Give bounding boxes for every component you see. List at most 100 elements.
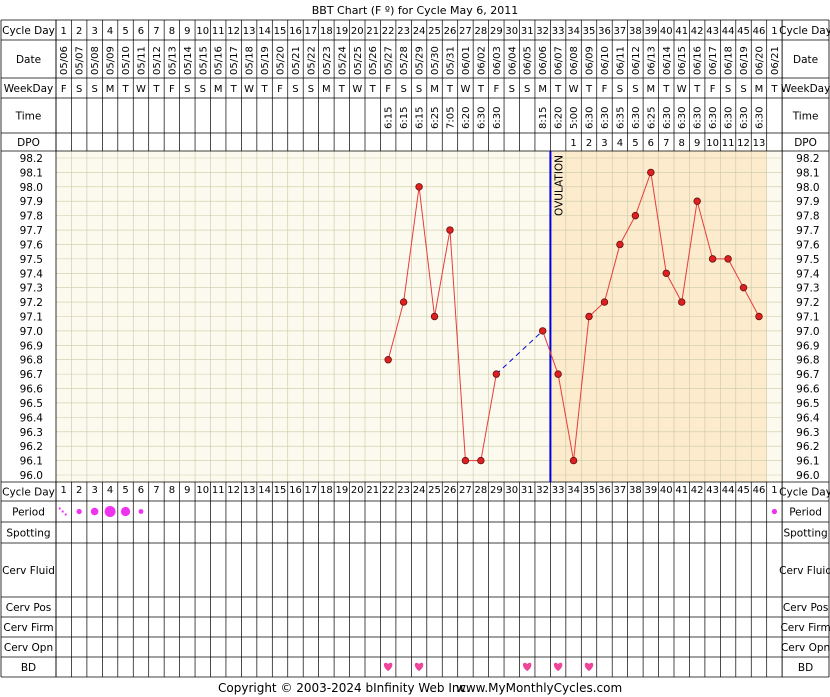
cycle-day-label-bottom: 36 <box>598 485 611 496</box>
cycle-day-label: 14 <box>258 26 271 37</box>
y-tick-label-right: 96.2 <box>796 441 819 453</box>
temperature-point <box>461 456 470 465</box>
y-tick-label: 96.7 <box>20 369 43 381</box>
cycle-day-label-bottom: 30 <box>505 485 518 496</box>
weekday-label: F <box>385 84 391 95</box>
bbt-chart: BBT Chart (F º) for Cycle May 6, 2011 Cy… <box>0 0 830 697</box>
temperature-point <box>399 298 408 306</box>
cycle-day-label: 41 <box>675 26 688 37</box>
date-label: 05/09 <box>106 46 117 75</box>
y-tick-label: 98.2 <box>20 153 43 165</box>
cycle-day-label: 17 <box>305 26 318 37</box>
row-label-cycle-day: Cycle Day <box>2 487 55 499</box>
cycle-day-label-bottom: 13 <box>243 485 256 496</box>
cycle-day-label: 7 <box>153 26 159 37</box>
date-label: 06/20 <box>754 46 765 75</box>
y-tick-label-right: 97.2 <box>796 297 819 309</box>
y-tick-label: 96.4 <box>20 412 44 424</box>
temperature-point <box>631 211 640 220</box>
weekday-label: M <box>214 84 223 95</box>
cycle-day-label-bottom: 44 <box>722 485 735 496</box>
temperature-point <box>708 255 717 263</box>
cycle-day-label: 26 <box>444 26 457 37</box>
weekday-label: W <box>677 84 687 95</box>
period-marker <box>90 507 99 516</box>
cycle-day-label-bottom: 25 <box>428 485 441 496</box>
date-label: 05/24 <box>337 46 348 75</box>
date-label: 06/10 <box>600 46 611 75</box>
row-label-cerv-firm: Cerv Firm <box>3 622 53 634</box>
cycle-day-label-bottom: 20 <box>351 485 364 496</box>
weekday-label: T <box>121 84 129 95</box>
temperature-point <box>430 312 439 321</box>
cycle-day-label: 40 <box>660 26 673 37</box>
date-label: 05/13 <box>167 46 178 75</box>
row-label-right-date: Date <box>793 54 818 66</box>
date-label: 05/21 <box>291 46 302 75</box>
date-label: 06/03 <box>492 46 503 75</box>
y-tick-label: 97.4 <box>20 268 44 280</box>
cycle-day-label: 38 <box>629 26 642 37</box>
cycle-day-label: 9 <box>184 26 190 37</box>
y-tick-label-right: 96.5 <box>796 398 819 410</box>
cycle-day-label: 15 <box>274 26 287 37</box>
row-label-right-period: Period <box>789 507 822 519</box>
time-label: 6:30 <box>600 107 611 129</box>
y-tick-label-right: 96.8 <box>796 355 819 367</box>
y-tick-label: 96.1 <box>20 456 43 468</box>
dpo-label: 6 <box>648 138 654 149</box>
cycle-day-label-bottom: 43 <box>706 485 719 496</box>
temperature-point <box>538 327 547 335</box>
time-label: 6:30 <box>677 107 688 129</box>
cycle-day-label-bottom: 14 <box>258 485 271 496</box>
y-tick-label-right: 96.9 <box>796 340 819 352</box>
weekday-label: T <box>338 84 346 95</box>
y-tick-label: 97.7 <box>20 225 43 237</box>
cycle-day-label: 3 <box>91 26 97 37</box>
date-label: 06/16 <box>693 46 704 75</box>
weekday-label: T <box>477 84 485 95</box>
temperature-point <box>693 197 701 205</box>
time-label: 6:15 <box>384 107 395 129</box>
weekday-label: S <box>617 84 623 95</box>
cycle-day-label-bottom: 40 <box>660 485 673 496</box>
footer-copyright: Copyright © 2003-2024 bInfinity Web Inc. <box>218 681 470 695</box>
date-label: 05/31 <box>445 46 456 75</box>
cycle-day-label-bottom: 1 <box>61 485 67 496</box>
time-label: 6:30 <box>739 107 750 129</box>
y-tick-label: 96.2 <box>20 441 43 453</box>
row-label-cycle-day: Cycle Day <box>2 25 55 37</box>
weekday-label: S <box>400 84 406 95</box>
cycle-day-label: 42 <box>691 26 704 37</box>
cycle-day-label: 2 <box>76 26 82 37</box>
row-label-period: Period <box>12 507 45 519</box>
time-label: 6:30 <box>724 107 735 129</box>
time-label: 6:15 <box>399 107 410 129</box>
time-label: 6:30 <box>708 107 719 129</box>
cycle-day-label-bottom: 5 <box>122 485 128 496</box>
cycle-day-label: 28 <box>475 26 488 37</box>
date-label: 05/16 <box>214 46 225 75</box>
y-tick-label-right: 97.9 <box>796 196 819 208</box>
y-tick-label-right: 98.1 <box>796 167 819 179</box>
temperature-point <box>585 312 593 321</box>
cycle-day-label: 39 <box>644 26 657 37</box>
cycle-day-label-bottom: 22 <box>382 485 395 496</box>
cycle-day-label-bottom: 1 <box>771 485 777 496</box>
date-label: 05/18 <box>245 46 256 75</box>
cycle-day-label-bottom: 37 <box>614 485 627 496</box>
temperature-point <box>492 370 501 378</box>
date-label: 06/12 <box>631 46 642 75</box>
temperature-point <box>384 356 392 364</box>
date-label: 05/15 <box>198 46 209 75</box>
cycle-day-label: 33 <box>552 26 565 37</box>
period-marker <box>76 508 82 515</box>
cycle-day-label-bottom: 31 <box>521 485 534 496</box>
date-label: 05/14 <box>183 46 194 75</box>
weekday-label: T <box>585 84 593 95</box>
footer-site[interactable]: www.MyMonthlyCycles.com <box>456 681 622 695</box>
date-label: 06/18 <box>724 46 735 75</box>
temperature-point <box>446 226 454 234</box>
cycle-day-label: 16 <box>289 26 302 37</box>
weekday-label: S <box>76 84 82 95</box>
